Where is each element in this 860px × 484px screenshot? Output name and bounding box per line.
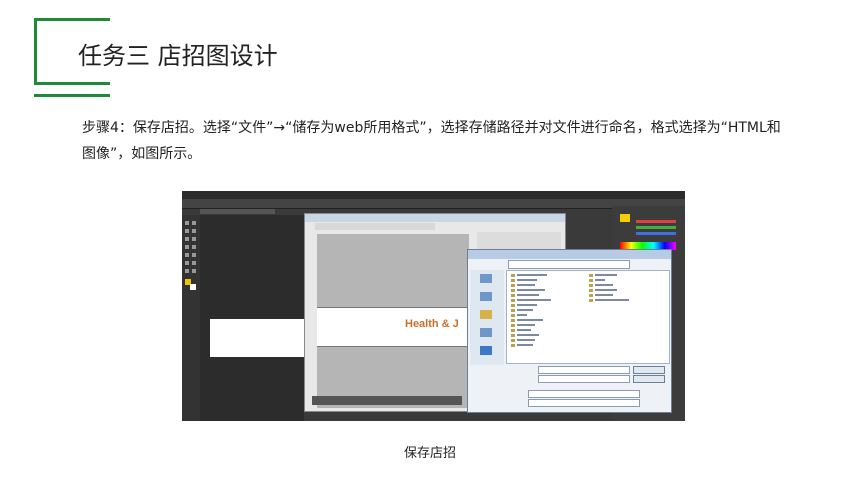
save-file-list <box>506 270 670 364</box>
ps-options-bar <box>182 199 685 209</box>
save-button <box>633 366 665 374</box>
title-frame-top <box>34 18 110 21</box>
photoshop-screenshot: Health & J <box>182 191 685 421</box>
filename-field <box>538 366 630 374</box>
sfw-tabs <box>315 223 435 230</box>
title-frame-bottom <box>34 82 110 85</box>
banner-text: Health & J <box>405 318 459 330</box>
save-location-field <box>508 260 630 269</box>
settings-field <box>528 390 640 398</box>
slices-field <box>528 399 640 407</box>
format-field <box>538 375 630 383</box>
ps-menubar <box>182 191 685 199</box>
ps-document-tab <box>200 209 275 214</box>
title-frame-left <box>34 18 37 84</box>
step-paragraph: 步骤4：保存店招。选择“文件”→“储存为web所用格式”，选择存储路径并对文件进… <box>82 120 781 162</box>
save-dialog-title <box>468 250 671 259</box>
ps-toolbox <box>182 215 200 421</box>
slide-title: 任务三 店招图设计 <box>78 42 278 70</box>
cancel-button <box>633 375 665 383</box>
ps-canvas-area <box>200 215 304 421</box>
sfw-title-bar <box>305 214 565 222</box>
figure-caption: 保存店招 <box>403 446 456 461</box>
title-underline <box>34 94 110 97</box>
ps-status-bar <box>312 396 462 405</box>
save-nav-panel <box>470 270 504 365</box>
sfw-preview: Health & J <box>317 234 469 408</box>
sfw-preview-image: Health & J <box>317 307 469 347</box>
save-file-dialog <box>467 249 672 413</box>
